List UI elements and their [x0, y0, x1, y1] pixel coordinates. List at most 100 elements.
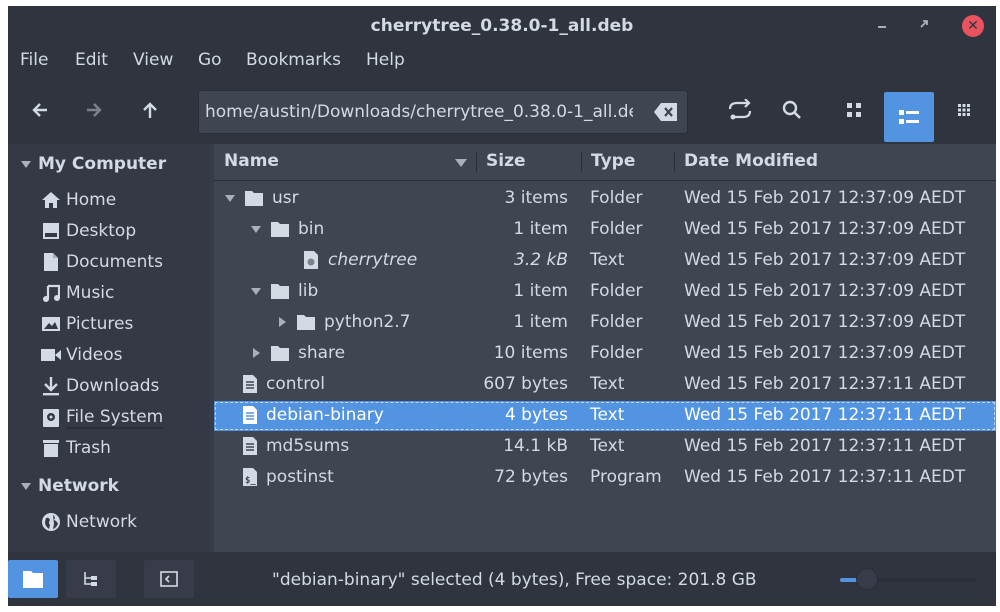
column-date[interactable]: Date Modified [684, 151, 818, 171]
row-date: Wed 15 Feb 2017 12:37:09 AEDT [684, 188, 966, 208]
row-name: python2.7 [324, 312, 411, 332]
column-separator[interactable] [674, 152, 675, 172]
sidebar-item-trash[interactable]: Trash [40, 438, 111, 458]
compact-view-button[interactable] [944, 90, 984, 130]
table-row[interactable]: control 607 bytes Text Wed 15 Feb 2017 1… [214, 370, 996, 400]
folder-icon [271, 346, 289, 361]
column-name[interactable]: Name [224, 151, 279, 171]
back-button[interactable] [20, 90, 60, 130]
expander-open-icon[interactable] [224, 192, 236, 204]
row-size: 3 items [504, 188, 568, 208]
sidebar-item-desktop[interactable]: Desktop [40, 221, 136, 241]
location-bar[interactable] [198, 90, 688, 134]
title-bar[interactable]: cherrytree_0.38.0-1_all.deb ✕ [8, 6, 996, 44]
arrow-up-icon [143, 102, 157, 118]
row-size: 1 item [513, 219, 568, 239]
table-row[interactable]: $_ postinst 72 bytes Program Wed 15 Feb … [214, 463, 996, 493]
table-row[interactable]: python2.7 1 item Folder Wed 15 Feb 2017 … [214, 308, 996, 338]
forward-button[interactable] [74, 90, 114, 130]
desktop-icon [43, 223, 59, 239]
sort-down-icon[interactable] [454, 158, 468, 168]
folder-icon [297, 315, 315, 330]
expander-open-icon[interactable] [250, 285, 262, 297]
menu-bar: File Edit View Go Bookmarks Help [8, 44, 996, 76]
sidebar-item-home[interactable]: Home [40, 190, 116, 210]
row-size: 72 bytes [494, 467, 568, 487]
sidebar-item-network[interactable]: Network [40, 512, 137, 532]
sidebar: My Computer Home Desktop Documents Music… [8, 144, 210, 552]
sidebar-section-network[interactable]: Network [20, 476, 119, 496]
file-list: Name Size Type Date Modified usr 3 items… [214, 144, 996, 552]
up-button[interactable] [130, 90, 170, 130]
folder-icon [245, 191, 263, 206]
menu-view[interactable]: View [133, 50, 173, 70]
table-row[interactable]: lib 1 item Folder Wed 15 Feb 2017 12:37:… [214, 277, 996, 307]
column-type[interactable]: Type [591, 151, 635, 171]
sidebar-item-label: Downloads [66, 376, 160, 396]
toggle-sidebar-button[interactable] [144, 560, 194, 598]
search-button[interactable] [772, 90, 812, 130]
close-icon[interactable]: ✕ [962, 15, 984, 37]
expander-open-icon[interactable] [250, 223, 262, 235]
sidebar-item-label: Music [66, 283, 115, 303]
zoom-slider-knob[interactable] [856, 568, 879, 590]
column-header: Name Size Type Date Modified [214, 144, 996, 181]
location-input[interactable] [199, 91, 639, 133]
list-icon [899, 110, 919, 124]
column-size[interactable]: Size [486, 151, 526, 171]
sidebar-item-documents[interactable]: Documents [40, 252, 163, 272]
music-icon [43, 284, 60, 302]
tree-sidebar-button[interactable] [66, 560, 116, 598]
expander-closed-icon[interactable] [250, 347, 262, 359]
sidebar-item-videos[interactable]: Videos [40, 345, 123, 365]
sidebar-section-label: My Computer [38, 154, 167, 174]
column-separator[interactable] [581, 152, 582, 172]
menu-file[interactable]: File [20, 50, 48, 70]
table-row[interactable]: cherrytree 3.2 kB Text Wed 15 Feb 2017 1… [214, 246, 996, 276]
menu-help[interactable]: Help [366, 50, 405, 70]
table-row[interactable]: usr 3 items Folder Wed 15 Feb 2017 12:37… [214, 184, 996, 214]
swap-icon [728, 99, 752, 120]
table-row[interactable]: share 10 items Folder Wed 15 Feb 2017 12… [214, 339, 996, 369]
folder-icon [271, 222, 289, 237]
zoom-slider[interactable] [840, 568, 976, 590]
column-separator[interactable] [476, 152, 477, 172]
sidebar-item-pictures[interactable]: Pictures [40, 314, 133, 334]
sidebar-item-label: File System [66, 407, 164, 429]
sidebar-item-label: Trash [66, 438, 111, 458]
row-name: debian-binary [266, 405, 384, 425]
row-name: lib [298, 281, 319, 301]
menu-edit[interactable]: Edit [75, 50, 108, 70]
maximize-icon[interactable] [916, 18, 932, 34]
sidebar-item-music[interactable]: Music [40, 283, 114, 303]
row-date: Wed 15 Feb 2017 12:37:09 AEDT [684, 312, 966, 332]
sidebar-item-label: Pictures [66, 314, 134, 334]
sidebar-item-file-system[interactable]: File System [40, 407, 164, 429]
folder-icon [271, 284, 289, 299]
sidebar-item-label: Home [66, 190, 117, 210]
row-size: 607 bytes [483, 374, 568, 394]
row-size: 14.1 kB [503, 436, 568, 456]
table-row-selected[interactable]: debian-binary 4 bytes Text Wed 15 Feb 20… [214, 401, 996, 431]
folder-icon [23, 571, 43, 588]
table-row[interactable]: bin 1 item Folder Wed 15 Feb 2017 12:37:… [214, 215, 996, 245]
menu-bookmarks[interactable]: Bookmarks [246, 50, 341, 70]
row-size: 4 bytes [504, 405, 568, 425]
row-date: Wed 15 Feb 2017 12:37:11 AEDT [684, 374, 966, 394]
row-name: bin [298, 219, 325, 239]
row-date: Wed 15 Feb 2017 12:37:11 AEDT [684, 467, 966, 487]
places-sidebar-button[interactable] [8, 560, 58, 598]
expander-closed-icon[interactable] [276, 316, 288, 328]
table-row[interactable]: md5sums 14.1 kB Text Wed 15 Feb 2017 12:… [214, 432, 996, 462]
row-type: Folder [590, 343, 643, 363]
document-icon [44, 253, 58, 271]
list-view-button[interactable] [884, 92, 934, 142]
minimize-icon[interactable] [874, 18, 890, 34]
menu-go[interactable]: Go [198, 50, 222, 70]
icon-view-button[interactable] [834, 90, 874, 130]
clear-icon[interactable] [653, 102, 679, 122]
toggle-location-button[interactable] [720, 90, 760, 130]
svg-text:$_: $_ [245, 476, 256, 486]
sidebar-item-downloads[interactable]: Downloads [40, 376, 159, 396]
sidebar-section-my-computer[interactable]: My Computer [20, 154, 166, 174]
